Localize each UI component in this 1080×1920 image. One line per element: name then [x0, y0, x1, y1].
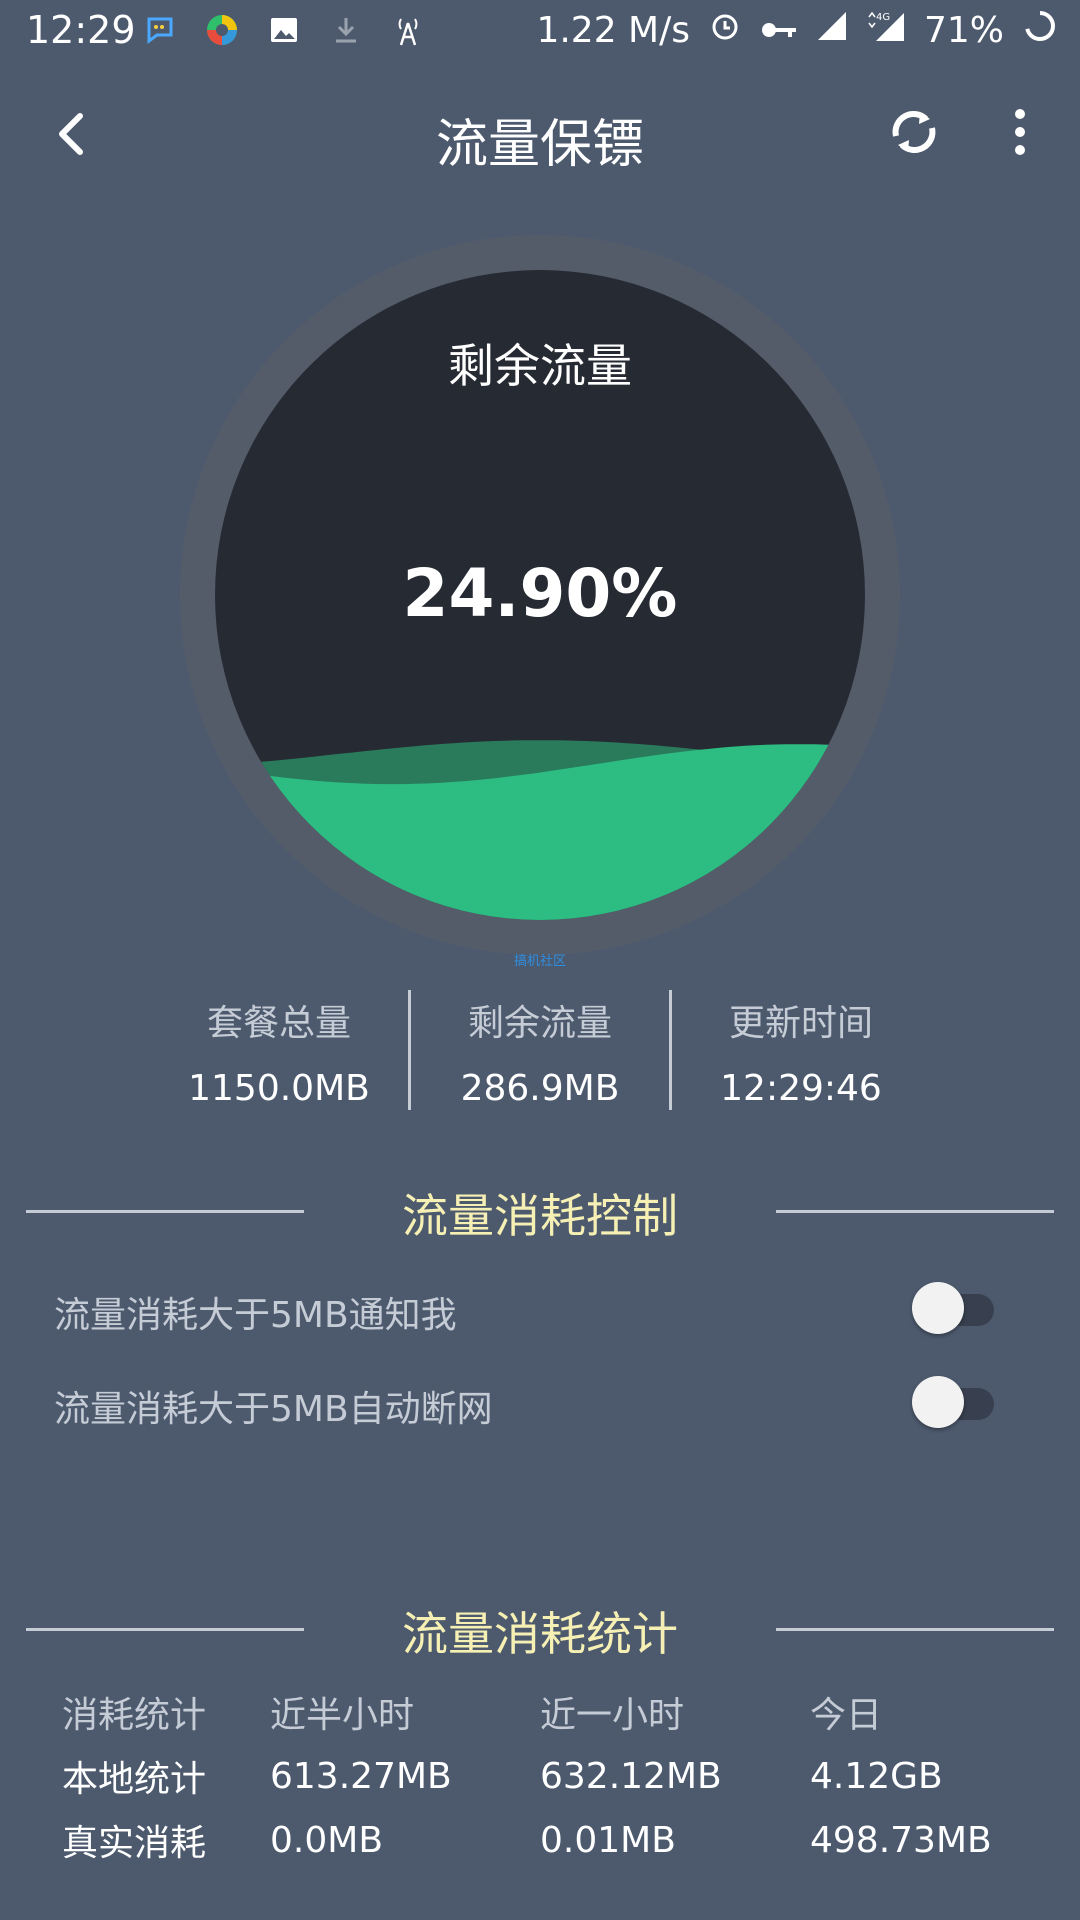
status-icons-left [140, 10, 428, 50]
plan-stats: 套餐总量 1150.0MB 剩余流量 286.9MB 更新时间 12:29:46 [150, 990, 930, 1110]
header-cell: 近一小时 [540, 1695, 685, 1736]
status-time: 12:29 [26, 8, 136, 52]
more-vertical-icon [1015, 109, 1025, 155]
header-cell: 今日 [810, 1695, 883, 1736]
stat-remaining: 剩余流量 286.9MB [411, 990, 669, 1110]
gauge-label: 剩余流量 [448, 339, 632, 393]
consumption-table: 消耗统计 近半小时 近一小时 今日 本地统计 613.27MB 632.12MB… [62, 1680, 1022, 1872]
colorful-app-icon [202, 10, 242, 50]
alarm-icon [708, 9, 742, 52]
table-cell: 0.0MB [270, 1819, 384, 1861]
toggle-row-notify: 流量消耗大于5MB通知我 [54, 1278, 1014, 1338]
gauge-percent: 24.90% [402, 555, 678, 632]
stat-total: 套餐总量 1150.0MB [150, 990, 408, 1110]
download-icon [326, 10, 366, 50]
key-icon [760, 10, 798, 51]
signal-4g-icon: 4G [866, 9, 906, 52]
toggle-label: 流量消耗大于5MB通知我 [54, 1295, 457, 1336]
stat-label: 套餐总量 [206, 1003, 351, 1044]
table-row: 本地统计 613.27MB 632.12MB 4.12GB [62, 1744, 1022, 1808]
net-speed: 1.22 M/s [536, 10, 690, 51]
header-cell: 近半小时 [270, 1695, 415, 1736]
section-title: 流量消耗控制 [402, 1189, 678, 1243]
header-cell: 消耗统计 [62, 1695, 207, 1736]
stats-section-header: 流量消耗统计 [26, 1598, 1054, 1661]
signal-icon [816, 10, 848, 51]
divider [776, 1210, 1054, 1213]
image-icon [264, 10, 304, 50]
stat-updated: 更新时间 12:29:46 [672, 990, 930, 1110]
table-header-row: 消耗统计 近半小时 近一小时 今日 [62, 1680, 1022, 1744]
chat-bubble-icon [140, 10, 180, 50]
table-cell: 632.12MB [540, 1755, 722, 1797]
table-cell: 498.73MB [810, 1819, 992, 1861]
app-bar: 流量保镖 [0, 64, 1080, 204]
table-cell: 本地统计 [62, 1759, 207, 1800]
notify-switch[interactable] [912, 1282, 994, 1334]
control-section-header: 流量消耗控制 [26, 1180, 1054, 1243]
signal-tower-icon [388, 10, 428, 50]
table-cell: 613.27MB [270, 1755, 452, 1797]
stat-value: 12:29:46 [720, 1068, 882, 1109]
watermark-text: 搞机社区 [513, 954, 566, 969]
stat-label: 剩余流量 [467, 1003, 612, 1044]
battery-ring-icon [1022, 8, 1058, 53]
table-cell: 真实消耗 [62, 1823, 207, 1864]
stat-label: 更新时间 [728, 1003, 873, 1044]
sync-button[interactable] [882, 100, 946, 164]
switch-knob [912, 1282, 964, 1334]
table-cell: 0.01MB [540, 1819, 676, 1861]
stat-value: 1150.0MB [188, 1068, 370, 1109]
status-icons-right: 1.22 M/s 4G 71% [536, 8, 1058, 53]
more-button[interactable] [1000, 100, 1040, 164]
svg-text:4G: 4G [876, 12, 890, 23]
disconnect-switch[interactable] [912, 1376, 994, 1428]
table-row: 真实消耗 0.0MB 0.01MB 498.73MB [62, 1808, 1022, 1872]
stat-value: 286.9MB [460, 1068, 620, 1109]
toggle-row-disconnect: 流量消耗大于5MB自动断网 [54, 1372, 1014, 1432]
divider [776, 1628, 1054, 1631]
sync-icon [892, 111, 936, 153]
battery-text: 71% [923, 10, 1004, 51]
status-bar: 12:29 1.22 M/s 4G 71% [0, 0, 1080, 64]
section-title: 流量消耗统计 [402, 1607, 678, 1661]
toggle-label: 流量消耗大于5MB自动断网 [54, 1389, 493, 1430]
switch-knob [912, 1376, 964, 1428]
table-cell: 4.12GB [810, 1755, 943, 1797]
